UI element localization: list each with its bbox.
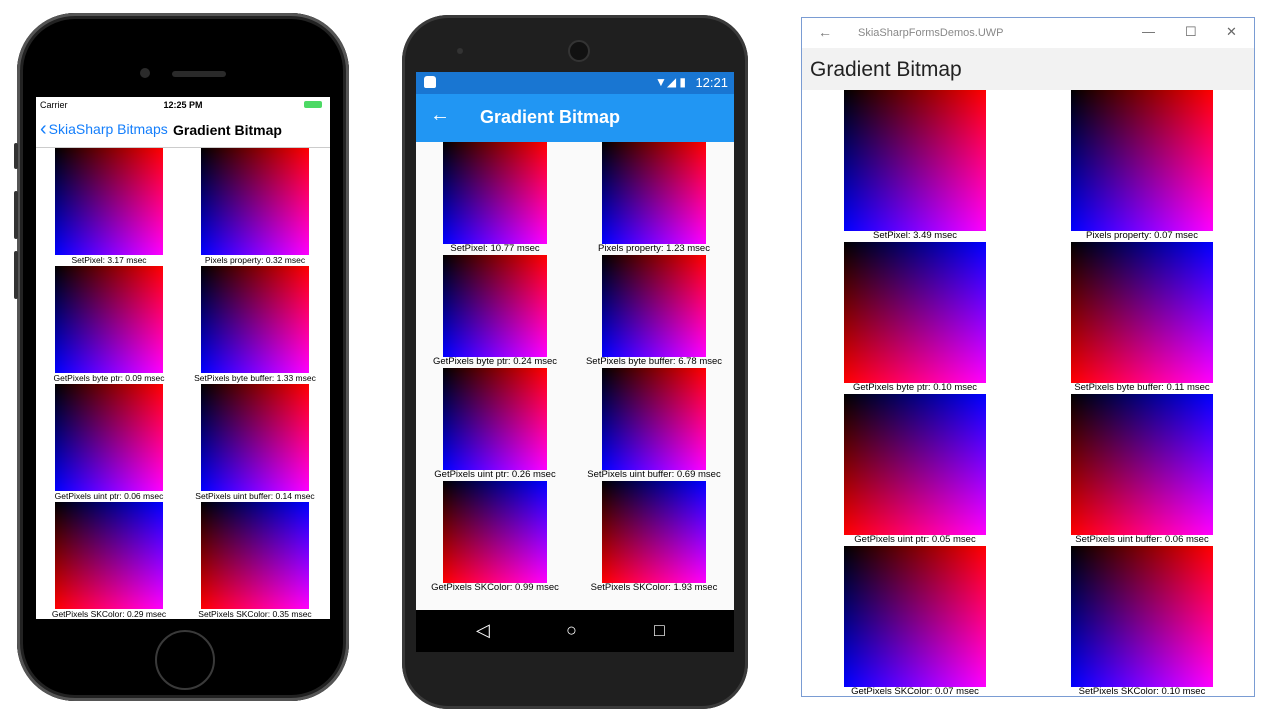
- timing-label: Pixels property: 0.07 msec: [1086, 230, 1198, 241]
- gradient-bitmap: [55, 266, 163, 373]
- android-device: ▼◢ ▮ 12:21 ← Gradient Bitmap SetPixel: 1…: [402, 15, 748, 709]
- timing-label: GetPixels uint ptr: 0.05 msec: [854, 534, 976, 545]
- ios-status-bar: Carrier 12:25 PM: [36, 97, 330, 111]
- page-header: Gradient Bitmap: [802, 48, 1254, 90]
- timing-label: SetPixels uint buffer: 0.06 msec: [1075, 534, 1209, 545]
- volume-down-button: [14, 251, 18, 299]
- android-status-bar: ▼◢ ▮ 12:21: [416, 72, 734, 94]
- chevron-left-icon: ‹: [40, 118, 47, 140]
- timing-label: GetPixels byte ptr: 0.10 msec: [852, 382, 978, 393]
- signal-battery-icons: ▼◢ ▮: [654, 75, 686, 89]
- nav-home-icon[interactable]: ○: [566, 620, 577, 641]
- iphone-device: Carrier 12:25 PM ‹ SkiaSharp Bitmaps Gra…: [14, 13, 349, 701]
- back-arrow-icon[interactable]: ←: [818, 24, 832, 40]
- close-icon[interactable]: ✕: [1226, 24, 1237, 40]
- gradient-bitmap: [1071, 394, 1213, 535]
- gradient-bitmap: [55, 384, 163, 491]
- gradient-bitmap: [201, 148, 309, 255]
- timing-label: GetPixels uint ptr: 0.06 msec: [54, 491, 164, 501]
- uwp-window: ← SkiaSharpFormsDemos.UWP — ☐ ✕ Gradient…: [801, 17, 1255, 697]
- gradient-bitmap: [443, 255, 547, 357]
- gradient-bitmap: [201, 266, 309, 373]
- gradient-bitmap: [844, 394, 986, 535]
- timing-label: GetPixels byte ptr: 0.24 msec: [432, 356, 558, 367]
- earpiece-speaker: [172, 71, 226, 77]
- timing-label: SetPixel: 3.17 msec: [71, 255, 147, 265]
- gradient-bitmap: [602, 142, 706, 244]
- gradient-bitmap: [1071, 546, 1213, 687]
- page-title: Gradient Bitmap: [173, 122, 282, 138]
- nav-recents-icon[interactable]: □: [654, 620, 665, 641]
- app-title: SkiaSharpFormsDemos.UWP: [858, 27, 1004, 39]
- timing-label: GetPixels SKColor: 0.99 msec: [431, 582, 559, 593]
- window-title-bar: ← SkiaSharpFormsDemos.UWP — ☐ ✕: [802, 18, 1254, 48]
- gradient-bitmap: [201, 502, 309, 609]
- ios-navigation-bar: ‹ SkiaSharp Bitmaps Gradient Bitmap: [36, 111, 330, 148]
- status-time: 12:25 PM: [163, 100, 203, 110]
- timing-label: SetPixels byte buffer: 1.33 msec: [194, 373, 316, 383]
- page-title: Gradient Bitmap: [480, 107, 621, 127]
- maximize-icon[interactable]: ☐: [1185, 24, 1197, 40]
- timing-label: SetPixel: 10.77 msec: [450, 243, 540, 254]
- android-nav-bar: ◁ ○ □: [416, 610, 734, 652]
- timing-label: SetPixels byte buffer: 0.11 msec: [1074, 382, 1210, 393]
- page-title: Gradient Bitmap: [810, 58, 962, 81]
- back-button-label: SkiaSharp Bitmaps: [48, 121, 168, 137]
- timing-label: GetPixels SKColor: 0.29 msec: [51, 609, 167, 619]
- gradient-bitmap: [844, 242, 986, 383]
- mute-switch: [14, 143, 18, 169]
- timing-label: GetPixels uint ptr: 0.26 msec: [434, 469, 556, 480]
- arrow-back-icon[interactable]: ←: [430, 104, 450, 127]
- android-notification-icon: [424, 76, 436, 88]
- timing-label: SetPixel: 3.49 msec: [873, 230, 957, 241]
- gradient-bitmap: [844, 90, 986, 231]
- gradient-bitmap: [602, 481, 706, 583]
- timing-label: SetPixels byte buffer: 6.78 msec: [585, 356, 723, 367]
- front-camera: [140, 68, 150, 78]
- volume-up-button: [14, 191, 18, 239]
- nav-back-icon[interactable]: ◁: [476, 620, 490, 641]
- status-time: 12:21: [695, 75, 728, 90]
- gradient-bitmap: [443, 142, 547, 244]
- android-action-bar: ← Gradient Bitmap: [416, 94, 734, 142]
- gradient-bitmap: [1071, 90, 1213, 231]
- timing-label: Pixels property: 1.23 msec: [598, 243, 710, 254]
- timing-label: SetPixels SKColor: 0.35 msec: [198, 609, 312, 619]
- gradient-bitmap: [201, 384, 309, 491]
- timing-label: SetPixels uint buffer: 0.69 msec: [587, 469, 721, 480]
- timing-label: GetPixels byte ptr: 0.09 msec: [53, 373, 165, 383]
- gradient-bitmap: [443, 368, 547, 470]
- timing-label: Pixels property: 0.32 msec: [204, 255, 306, 265]
- timing-label: GetPixels SKColor: 0.07 msec: [851, 686, 979, 697]
- timing-label: SetPixels SKColor: 0.10 msec: [1078, 686, 1206, 697]
- battery-icon: [304, 101, 322, 108]
- timing-label: SetPixels SKColor: 1.93 msec: [590, 582, 718, 593]
- gradient-bitmap: [1071, 242, 1213, 383]
- minimize-icon[interactable]: —: [1142, 24, 1155, 39]
- proximity-sensor: [457, 48, 463, 54]
- gradient-bitmap: [602, 368, 706, 470]
- front-camera: [568, 40, 590, 62]
- gradient-bitmap: [55, 502, 163, 609]
- back-button[interactable]: ‹ SkiaSharp Bitmaps: [40, 118, 168, 140]
- gradient-bitmap: [55, 148, 163, 255]
- gradient-bitmap: [443, 481, 547, 583]
- timing-label: SetPixels uint buffer: 0.14 msec: [195, 491, 315, 501]
- home-button[interactable]: [155, 630, 215, 690]
- gradient-bitmap: [844, 546, 986, 687]
- android-screen: ▼◢ ▮ 12:21 ← Gradient Bitmap SetPixel: 1…: [416, 72, 734, 652]
- ios-screen: Carrier 12:25 PM ‹ SkiaSharp Bitmaps Gra…: [36, 97, 330, 619]
- gradient-bitmap: [602, 255, 706, 357]
